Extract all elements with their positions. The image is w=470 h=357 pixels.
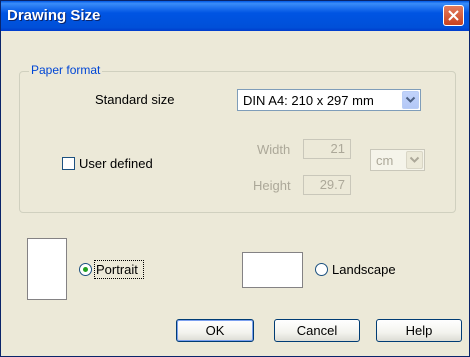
window-title: Drawing Size <box>7 7 101 24</box>
portrait-radio[interactable] <box>79 263 92 276</box>
chevron-down-icon[interactable] <box>406 151 423 169</box>
unit-value: cm <box>376 153 394 168</box>
portrait-preview <box>27 238 67 300</box>
landscape-preview <box>242 252 303 288</box>
help-button[interactable]: Help <box>376 319 462 342</box>
height-input[interactable]: 29.7 <box>303 175 351 195</box>
user-defined-label: User defined <box>79 156 153 171</box>
width-input[interactable]: 21 <box>303 139 351 159</box>
standard-size-select[interactable]: DIN A4: 210 x 297 mm <box>237 89 421 111</box>
height-label: Height <box>253 178 291 193</box>
unit-select[interactable]: cm <box>370 149 425 171</box>
standard-size-value: DIN A4: 210 x 297 mm <box>243 93 374 108</box>
cancel-button[interactable]: Cancel <box>274 319 360 342</box>
landscape-radio[interactable] <box>315 263 328 276</box>
close-icon <box>448 10 459 21</box>
close-button[interactable] <box>443 5 464 26</box>
radio-selected-dot <box>83 267 88 272</box>
width-label: Width <box>257 142 291 157</box>
standard-size-label: Standard size <box>95 92 175 107</box>
drawing-size-dialog: Drawing Size Paper format Standard size … <box>0 0 470 357</box>
landscape-label: Landscape <box>332 262 396 277</box>
title-bar[interactable]: Drawing Size <box>1 1 469 31</box>
portrait-focus-ring <box>94 260 144 279</box>
ok-button[interactable]: OK <box>176 319 254 342</box>
chevron-down-icon[interactable] <box>402 91 419 109</box>
paper-format-legend: Paper format <box>29 63 103 77</box>
user-defined-checkbox[interactable] <box>62 157 75 170</box>
